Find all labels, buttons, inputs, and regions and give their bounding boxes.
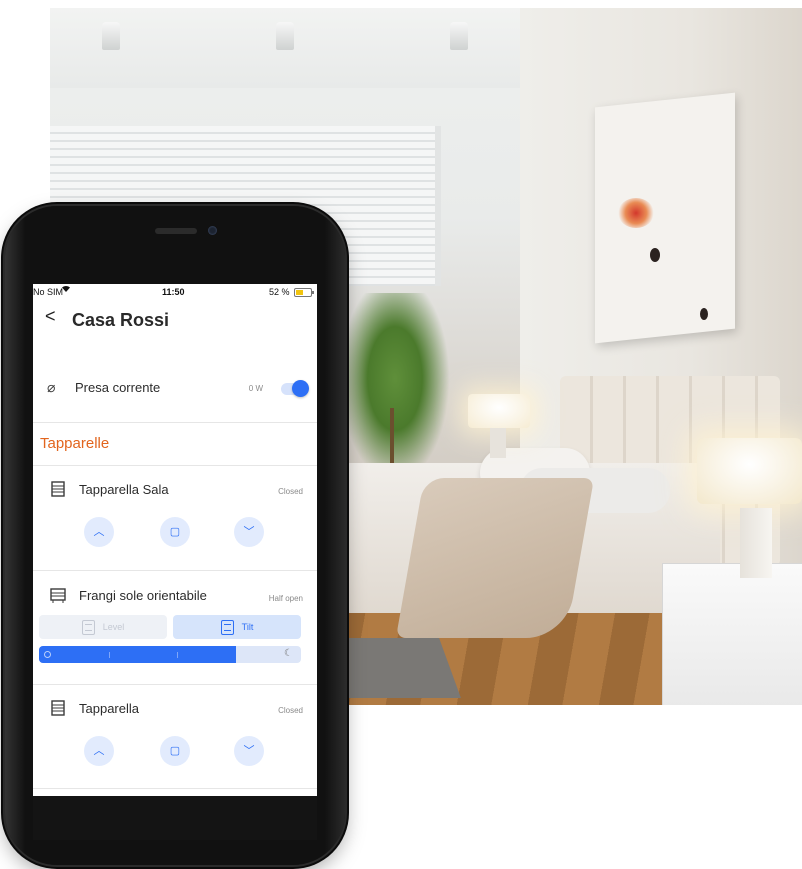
table-lamp [697,438,802,504]
section-title-tapparelle: Tapparelle [40,435,110,452]
lamp-base [740,508,772,578]
stop-icon: ▢ [169,745,181,757]
moon-icon: ☾ [284,648,293,659]
segment-label: Tilt [241,622,254,632]
stop-icon: ▢ [169,526,181,538]
smartphone: No SIM 11:50 52 % < Casa Rossi ⌀ Presa c… [5,206,345,865]
ceiling-spotlight [450,22,468,50]
painting-detail [700,308,708,320]
phone-screen: No SIM 11:50 52 % < Casa Rossi ⌀ Presa c… [33,284,317,796]
painting-detail [618,198,654,228]
shutter-stop-button[interactable]: ▢ [160,517,190,547]
power-toggle[interactable] [281,380,309,397]
slider-tick [109,652,110,658]
device-row-frangisole: Frangi sole orientabile Half open Level … [33,584,317,684]
ceiling-spotlight [102,22,120,50]
segment-label: Level [102,622,125,632]
divider [33,570,317,571]
plug-off-icon: ⌀ [47,379,56,395]
front-camera [208,226,217,235]
divider [33,788,317,789]
wall-painting [595,92,735,344]
battery-percent: 52 % [269,287,290,297]
phone-bottom-bezel [33,796,317,840]
shutter-up-button[interactable]: ︿ [84,736,114,766]
power-value: 0 W [248,384,263,393]
status-time: 11:50 [162,287,185,297]
painting-detail [650,248,660,262]
device-status: Closed [278,706,303,715]
shutter-down-button[interactable]: ﹀ [234,517,264,547]
device-status: Half open [268,594,303,603]
table-lamp [468,394,530,428]
slider-tick [177,652,178,658]
phone-speaker [155,228,197,234]
battery-icon [294,288,314,297]
slider-fill [39,646,236,663]
battery-fill [296,290,304,295]
chevron-down-icon: ﹀ [243,745,255,757]
chevron-up-icon: ︿ [93,745,105,757]
device-row-tapparella-sala: Tapparella Sala Closed ︿ ▢ ﹀ [33,479,317,559]
plant [340,293,450,483]
wifi-icon [61,284,71,296]
lamp-base [490,428,506,458]
shutter-stop-button[interactable]: ▢ [160,736,190,766]
device-name: Tapparella [79,701,139,716]
divider [33,465,317,466]
chevron-down-icon: ﹀ [243,526,255,538]
device-row-tapparella: Tapparella Closed ︿ ▢ ﹀ [33,698,317,778]
toggle-knob [292,380,309,397]
device-status: Closed [278,487,303,496]
device-label: Presa corrente [75,380,161,395]
segment-level[interactable]: Level [39,615,167,639]
device-name: Tapparella Sala [79,482,169,497]
mode-segmented-control: Level Tilt [33,615,317,639]
chevron-up-icon: ︿ [93,526,105,538]
segment-tilt[interactable]: Tilt [173,615,301,639]
page-title: Casa Rossi [72,310,170,330]
shutter-icon [51,700,65,719]
awning-icon [50,588,66,607]
device-name: Frangi sole orientabile [79,588,207,603]
ceiling-spotlight [276,22,294,50]
tilt-slider[interactable]: ☾ [39,646,301,663]
shutter-down-button[interactable]: ﹀ [234,736,264,766]
device-row-presa[interactable]: ⌀ Presa corrente 0 W [33,376,317,416]
nightstand [662,563,802,705]
level-icon [81,620,95,636]
shutter-up-button[interactable]: ︿ [84,517,114,547]
blanket [395,478,595,638]
divider [33,684,317,685]
status-bar: No SIM 11:50 52 % [33,284,317,300]
shutter-icon [51,481,65,500]
chevron-left-icon[interactable]: < [45,306,56,327]
tilt-icon [220,620,234,636]
carrier-label: No SIM [33,287,64,297]
slider-start-dot [44,651,51,658]
app-header: < Casa Rossi [33,304,317,344]
divider [33,422,317,423]
